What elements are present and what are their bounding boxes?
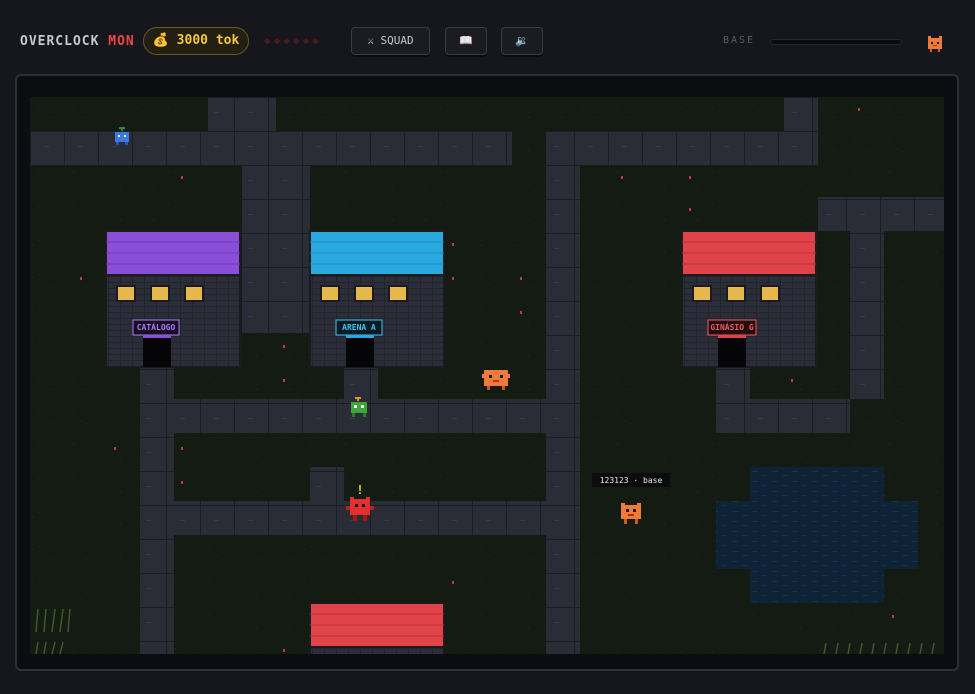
- top-bar: OVERCLOCK MON 💰 3000 tok ◆◆◆◆◆◆ ⚔ SQUAD …: [0, 0, 975, 76]
- alert-marker: !: [356, 483, 363, 497]
- player-tag: 123123 · base: [592, 473, 670, 487]
- base-progress-bar: [770, 39, 902, 45]
- building-catalogo[interactable]: [105, 230, 241, 368]
- brand-accent: MON: [108, 34, 135, 49]
- building-arena-sign: ARENA A: [342, 323, 376, 332]
- book-icon[interactable]: 📖: [445, 27, 487, 55]
- squad-button[interactable]: ⚔ SQUAD: [351, 27, 430, 55]
- sound-icon[interactable]: 🔉: [501, 27, 543, 55]
- map-canvas[interactable]: CATÁLOGO ARENA A GINÁSIO G ! 123123 · ba…: [30, 97, 944, 654]
- brand-main: OVERCLOCK: [20, 34, 100, 49]
- building-bottom[interactable]: [309, 602, 445, 654]
- base-label: BASE: [723, 35, 756, 46]
- token-balance: 💰 3000 tok: [143, 27, 249, 55]
- game-map[interactable]: CATÁLOGO ARENA A GINÁSIO G ! 123123 · ba…: [30, 97, 944, 654]
- building-ginasio-sign: GINÁSIO G: [710, 321, 754, 332]
- lives-indicator: ◆◆◆◆◆◆: [264, 34, 322, 47]
- player-avatar-icon[interactable]: [925, 34, 945, 54]
- brand-title: OVERCLOCK MON: [20, 34, 135, 49]
- building-catalogo-sign: CATÁLOGO: [137, 321, 176, 332]
- player-name-tag: 123123 · base: [600, 476, 663, 485]
- building-arena[interactable]: [309, 230, 445, 368]
- building-ginasio[interactable]: [681, 230, 817, 368]
